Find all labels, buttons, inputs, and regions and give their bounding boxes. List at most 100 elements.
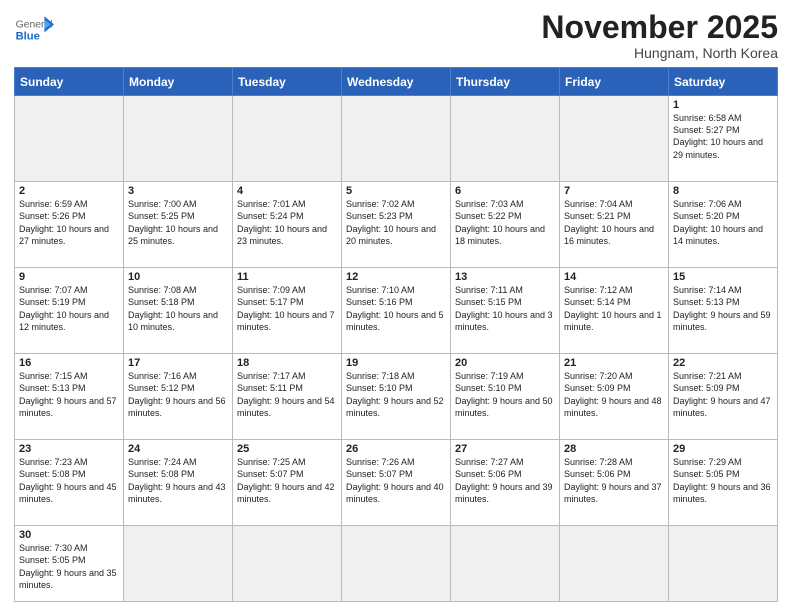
- weekday-header-friday: Friday: [560, 68, 669, 96]
- subtitle: Hungnam, North Korea: [541, 45, 778, 61]
- weekday-header-sunday: Sunday: [15, 68, 124, 96]
- day-info: Sunrise: 7:19 AM Sunset: 5:10 PM Dayligh…: [455, 370, 555, 419]
- day-info: Sunrise: 7:26 AM Sunset: 5:07 PM Dayligh…: [346, 456, 446, 505]
- calendar-row: 16Sunrise: 7:15 AM Sunset: 5:13 PM Dayli…: [15, 354, 778, 440]
- day-info: Sunrise: 7:25 AM Sunset: 5:07 PM Dayligh…: [237, 456, 337, 505]
- day-info: Sunrise: 7:01 AM Sunset: 5:24 PM Dayligh…: [237, 198, 337, 247]
- calendar-cell: 4Sunrise: 7:01 AM Sunset: 5:24 PM Daylig…: [233, 182, 342, 268]
- day-number: 8: [673, 185, 773, 197]
- day-info: Sunrise: 7:30 AM Sunset: 5:05 PM Dayligh…: [19, 542, 119, 591]
- calendar-cell: 23Sunrise: 7:23 AM Sunset: 5:08 PM Dayli…: [15, 440, 124, 526]
- day-number: 27: [455, 443, 555, 455]
- weekday-header-wednesday: Wednesday: [342, 68, 451, 96]
- weekday-header-tuesday: Tuesday: [233, 68, 342, 96]
- day-info: Sunrise: 7:00 AM Sunset: 5:25 PM Dayligh…: [128, 198, 228, 247]
- calendar-row: 30Sunrise: 7:30 AM Sunset: 5:05 PM Dayli…: [15, 526, 778, 602]
- day-number: 20: [455, 357, 555, 369]
- day-info: Sunrise: 7:29 AM Sunset: 5:05 PM Dayligh…: [673, 456, 773, 505]
- weekday-header-thursday: Thursday: [451, 68, 560, 96]
- calendar-cell: 16Sunrise: 7:15 AM Sunset: 5:13 PM Dayli…: [15, 354, 124, 440]
- day-number: 23: [19, 443, 119, 455]
- day-info: Sunrise: 7:02 AM Sunset: 5:23 PM Dayligh…: [346, 198, 446, 247]
- day-number: 22: [673, 357, 773, 369]
- day-info: Sunrise: 7:27 AM Sunset: 5:06 PM Dayligh…: [455, 456, 555, 505]
- day-number: 3: [128, 185, 228, 197]
- day-number: 18: [237, 357, 337, 369]
- calendar-cell: [560, 96, 669, 182]
- calendar-cell: 17Sunrise: 7:16 AM Sunset: 5:12 PM Dayli…: [124, 354, 233, 440]
- month-title: November 2025: [541, 10, 778, 45]
- page: General Blue November 2025 Hungnam, Nort…: [0, 0, 792, 612]
- calendar-cell: 24Sunrise: 7:24 AM Sunset: 5:08 PM Dayli…: [124, 440, 233, 526]
- calendar-cell: 5Sunrise: 7:02 AM Sunset: 5:23 PM Daylig…: [342, 182, 451, 268]
- calendar-cell: [124, 96, 233, 182]
- day-number: 16: [19, 357, 119, 369]
- calendar-row: 23Sunrise: 7:23 AM Sunset: 5:08 PM Dayli…: [15, 440, 778, 526]
- day-number: 6: [455, 185, 555, 197]
- day-number: 5: [346, 185, 446, 197]
- day-info: Sunrise: 6:58 AM Sunset: 5:27 PM Dayligh…: [673, 112, 773, 161]
- calendar-cell: [15, 96, 124, 182]
- calendar-table: SundayMondayTuesdayWednesdayThursdayFrid…: [14, 67, 778, 602]
- calendar-cell: 21Sunrise: 7:20 AM Sunset: 5:09 PM Dayli…: [560, 354, 669, 440]
- day-number: 4: [237, 185, 337, 197]
- day-info: Sunrise: 7:12 AM Sunset: 5:14 PM Dayligh…: [564, 284, 664, 333]
- day-info: Sunrise: 7:04 AM Sunset: 5:21 PM Dayligh…: [564, 198, 664, 247]
- day-info: Sunrise: 7:14 AM Sunset: 5:13 PM Dayligh…: [673, 284, 773, 333]
- svg-text:Blue: Blue: [16, 31, 40, 43]
- logo-icon: General Blue: [14, 10, 54, 50]
- calendar-row: 9Sunrise: 7:07 AM Sunset: 5:19 PM Daylig…: [15, 268, 778, 354]
- calendar-cell: 19Sunrise: 7:18 AM Sunset: 5:10 PM Dayli…: [342, 354, 451, 440]
- calendar-cell: 28Sunrise: 7:28 AM Sunset: 5:06 PM Dayli…: [560, 440, 669, 526]
- day-info: Sunrise: 7:07 AM Sunset: 5:19 PM Dayligh…: [19, 284, 119, 333]
- calendar-cell: 1Sunrise: 6:58 AM Sunset: 5:27 PM Daylig…: [669, 96, 778, 182]
- day-info: Sunrise: 7:21 AM Sunset: 5:09 PM Dayligh…: [673, 370, 773, 419]
- calendar-cell: 18Sunrise: 7:17 AM Sunset: 5:11 PM Dayli…: [233, 354, 342, 440]
- day-number: 21: [564, 357, 664, 369]
- calendar-cell: [342, 96, 451, 182]
- day-info: Sunrise: 7:11 AM Sunset: 5:15 PM Dayligh…: [455, 284, 555, 333]
- header: General Blue November 2025 Hungnam, Nort…: [14, 10, 778, 61]
- day-number: 17: [128, 357, 228, 369]
- calendar-cell: 25Sunrise: 7:25 AM Sunset: 5:07 PM Dayli…: [233, 440, 342, 526]
- day-number: 1: [673, 99, 773, 111]
- calendar-cell: [342, 526, 451, 602]
- calendar-cell: 11Sunrise: 7:09 AM Sunset: 5:17 PM Dayli…: [233, 268, 342, 354]
- day-info: Sunrise: 7:03 AM Sunset: 5:22 PM Dayligh…: [455, 198, 555, 247]
- day-number: 2: [19, 185, 119, 197]
- day-info: Sunrise: 7:06 AM Sunset: 5:20 PM Dayligh…: [673, 198, 773, 247]
- calendar-cell: 20Sunrise: 7:19 AM Sunset: 5:10 PM Dayli…: [451, 354, 560, 440]
- calendar-cell: 7Sunrise: 7:04 AM Sunset: 5:21 PM Daylig…: [560, 182, 669, 268]
- calendar-cell: 9Sunrise: 7:07 AM Sunset: 5:19 PM Daylig…: [15, 268, 124, 354]
- calendar-cell: 29Sunrise: 7:29 AM Sunset: 5:05 PM Dayli…: [669, 440, 778, 526]
- day-info: Sunrise: 6:59 AM Sunset: 5:26 PM Dayligh…: [19, 198, 119, 247]
- day-info: Sunrise: 7:08 AM Sunset: 5:18 PM Dayligh…: [128, 284, 228, 333]
- day-info: Sunrise: 7:16 AM Sunset: 5:12 PM Dayligh…: [128, 370, 228, 419]
- calendar-cell: [451, 96, 560, 182]
- day-info: Sunrise: 7:23 AM Sunset: 5:08 PM Dayligh…: [19, 456, 119, 505]
- calendar-cell: 22Sunrise: 7:21 AM Sunset: 5:09 PM Dayli…: [669, 354, 778, 440]
- title-block: November 2025 Hungnam, North Korea: [541, 10, 778, 61]
- day-info: Sunrise: 7:17 AM Sunset: 5:11 PM Dayligh…: [237, 370, 337, 419]
- day-number: 19: [346, 357, 446, 369]
- calendar-cell: 3Sunrise: 7:00 AM Sunset: 5:25 PM Daylig…: [124, 182, 233, 268]
- day-number: 13: [455, 271, 555, 283]
- calendar-cell: [233, 526, 342, 602]
- day-info: Sunrise: 7:18 AM Sunset: 5:10 PM Dayligh…: [346, 370, 446, 419]
- calendar-cell: 15Sunrise: 7:14 AM Sunset: 5:13 PM Dayli…: [669, 268, 778, 354]
- calendar-cell: [124, 526, 233, 602]
- calendar-cell: 6Sunrise: 7:03 AM Sunset: 5:22 PM Daylig…: [451, 182, 560, 268]
- day-number: 12: [346, 271, 446, 283]
- day-info: Sunrise: 7:09 AM Sunset: 5:17 PM Dayligh…: [237, 284, 337, 333]
- calendar-cell: 27Sunrise: 7:27 AM Sunset: 5:06 PM Dayli…: [451, 440, 560, 526]
- day-number: 9: [19, 271, 119, 283]
- calendar-cell: 10Sunrise: 7:08 AM Sunset: 5:18 PM Dayli…: [124, 268, 233, 354]
- day-number: 15: [673, 271, 773, 283]
- day-number: 25: [237, 443, 337, 455]
- calendar-cell: [451, 526, 560, 602]
- calendar-cell: 26Sunrise: 7:26 AM Sunset: 5:07 PM Dayli…: [342, 440, 451, 526]
- calendar-cell: [669, 526, 778, 602]
- day-number: 10: [128, 271, 228, 283]
- calendar-cell: 30Sunrise: 7:30 AM Sunset: 5:05 PM Dayli…: [15, 526, 124, 602]
- logo: General Blue: [14, 10, 54, 50]
